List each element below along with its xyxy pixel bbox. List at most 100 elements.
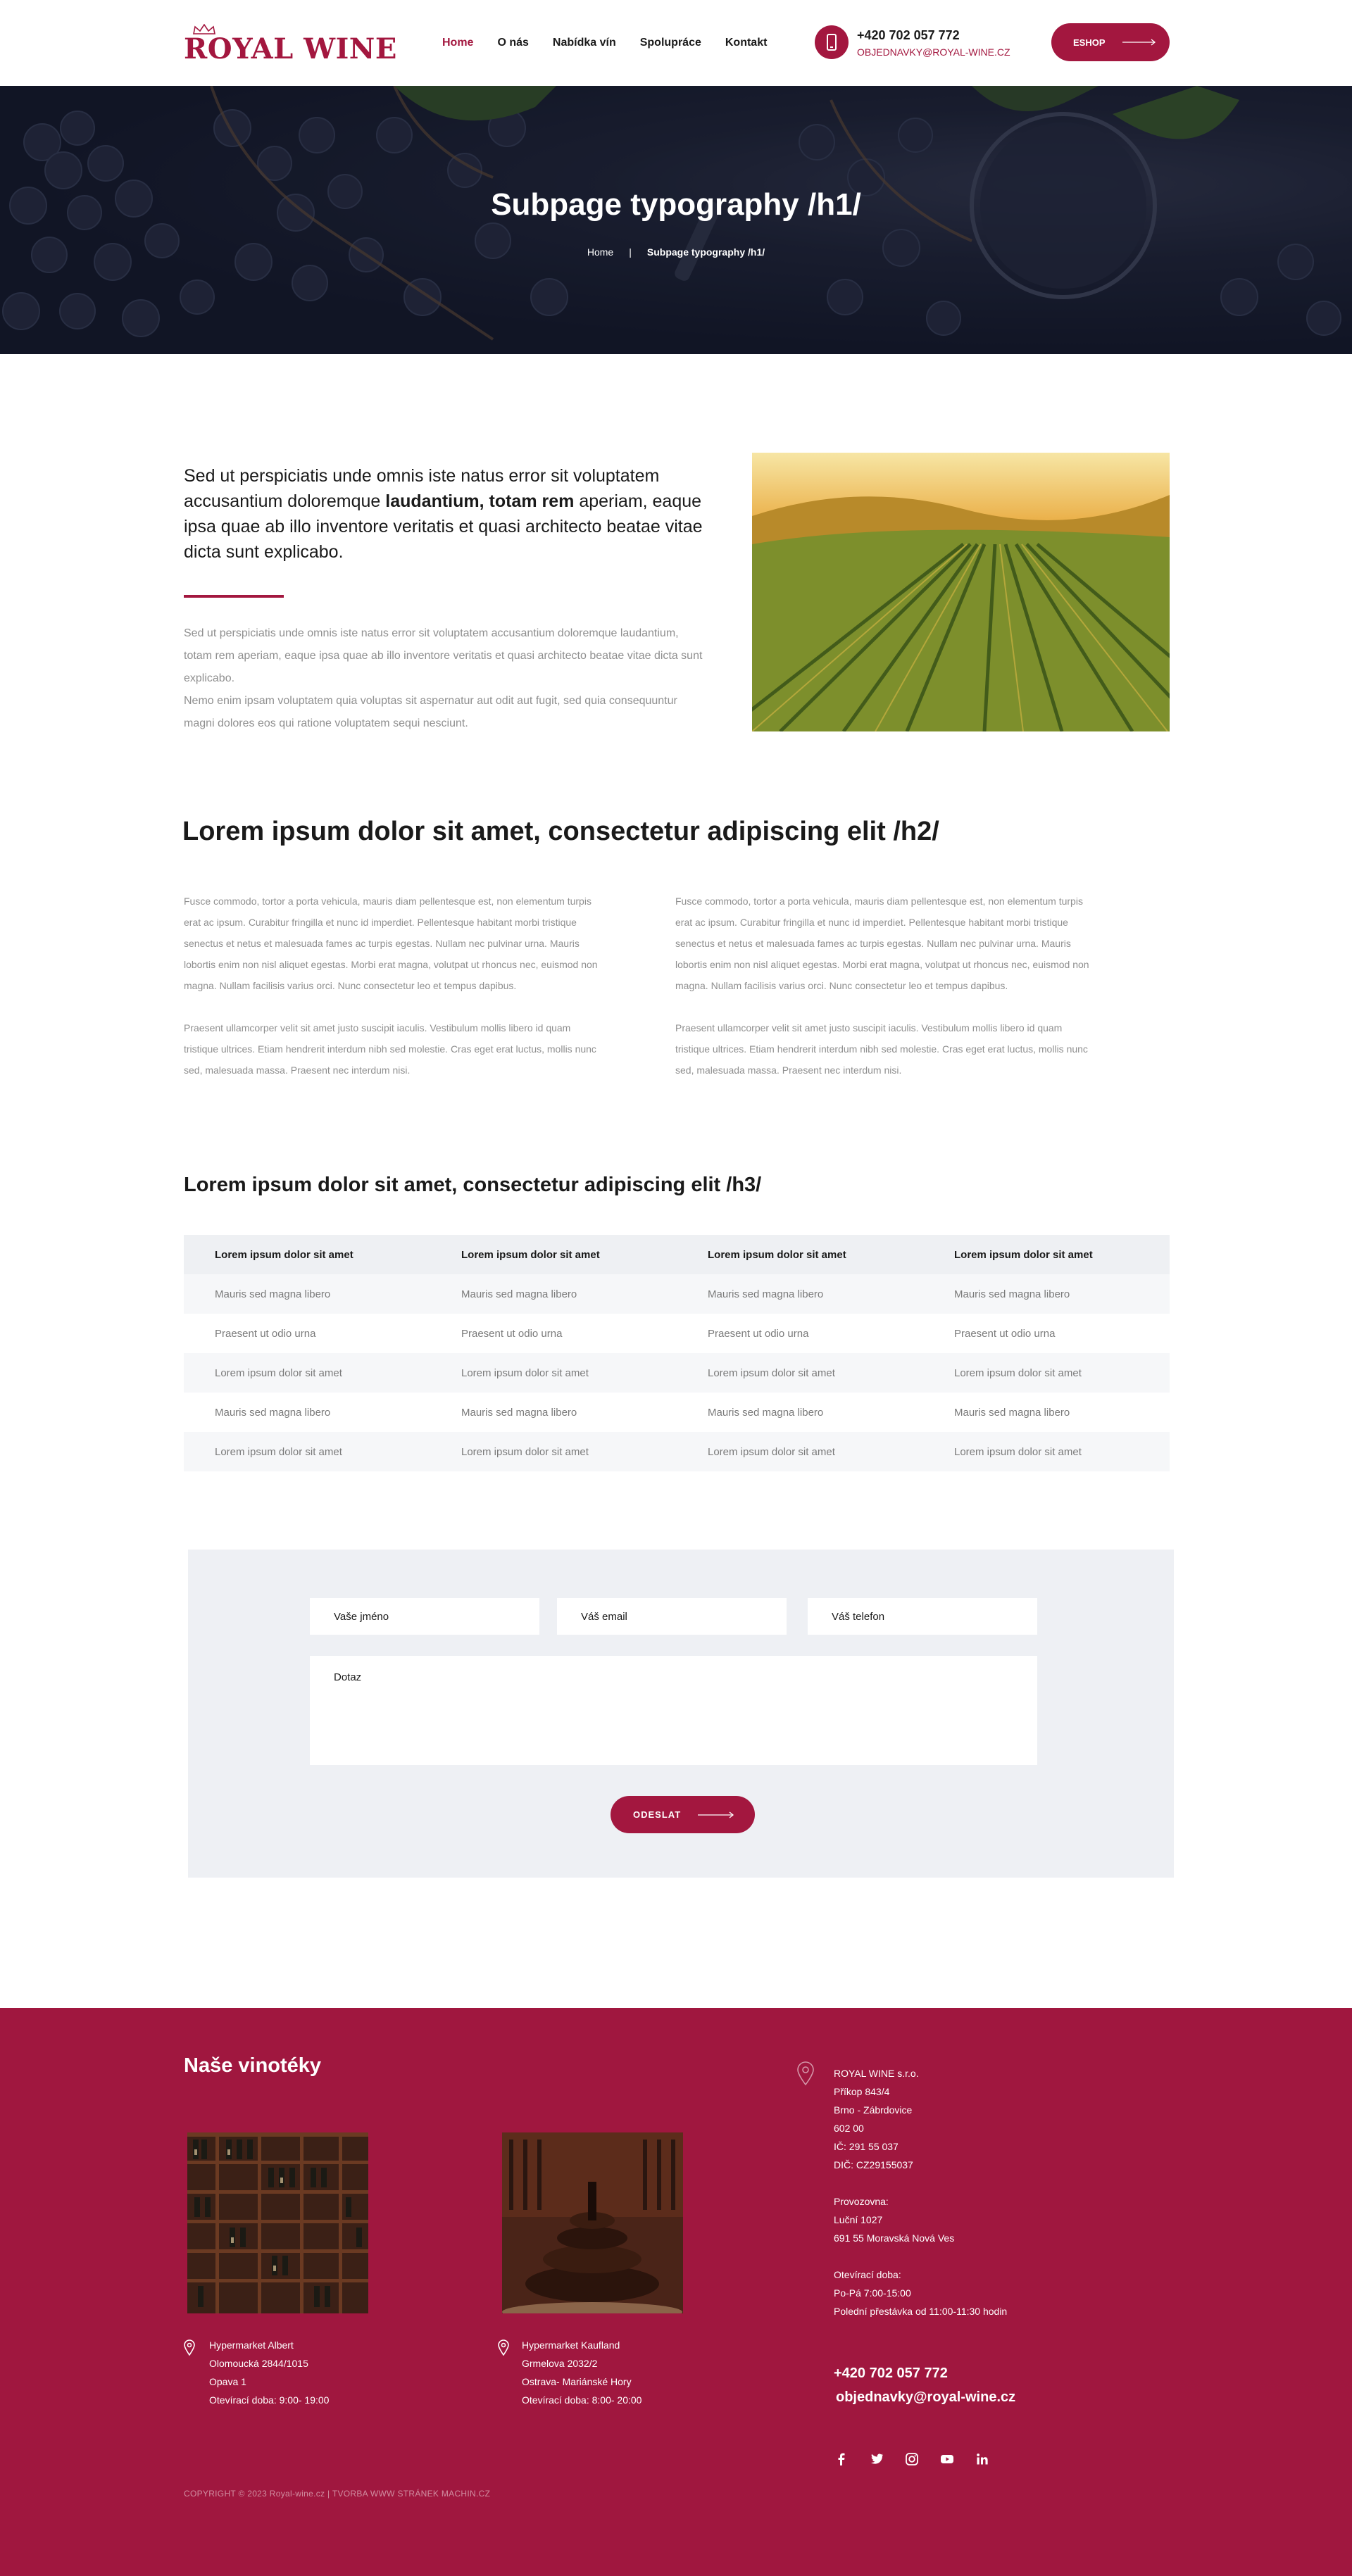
phone-badge bbox=[815, 25, 849, 59]
footer-phone[interactable]: +420 702 057 772 bbox=[834, 2365, 948, 2382]
breadcrumb-current: Subpage typography /h1/ bbox=[646, 246, 765, 258]
table-cell: Lorem ipsum dolor sit amet bbox=[184, 1432, 430, 1471]
column-paragraph-2: Praesent ullamcorper velit sit amet just… bbox=[675, 1022, 1088, 1076]
breadcrumb: Home | Subpage typography /h1/ bbox=[0, 246, 1352, 258]
table-cell: Mauris sed magna libero bbox=[461, 1406, 577, 1419]
table-cell: Mauris sed magna libero bbox=[215, 1406, 331, 1419]
table-cell: Mauris sed magna libero bbox=[430, 1274, 677, 1314]
linkedin-icon[interactable] bbox=[975, 2451, 990, 2467]
submit-label: ODESLAT bbox=[633, 1809, 682, 1820]
table-row: Lorem ipsum dolor sit amet Lorem ipsum d… bbox=[184, 1432, 1170, 1471]
lead-text-bold: laudantium, totam rem bbox=[385, 491, 575, 511]
branch-city: 691 55 Moravská Nová Ves bbox=[834, 2232, 955, 2244]
column-paragraph-1: Fusce commodo, tortor a porta vehicula, … bbox=[675, 896, 1089, 991]
eshop-button[interactable]: ESHOP bbox=[1051, 23, 1170, 61]
intro-paragraph: Sed ut perspiciatis unde omnis iste natu… bbox=[184, 622, 705, 735]
table-cell: Mauris sed magna libero bbox=[708, 1406, 824, 1419]
hours-weekdays: Po-Pá 7:00-15:00 bbox=[834, 2287, 911, 2299]
table-cell: Lorem ipsum dolor sit amet bbox=[430, 1353, 677, 1393]
submit-button[interactable]: ODESLAT bbox=[611, 1796, 755, 1833]
shop-2-street: Grmelova 2032/2 bbox=[522, 2358, 598, 2369]
table-cell: Praesent ut odio urna bbox=[708, 1327, 809, 1340]
shop-1-info: Hypermarket Albert Olomoucká 2844/1015 O… bbox=[209, 2336, 329, 2409]
shop-1-name: Hypermarket Albert bbox=[209, 2339, 294, 2351]
nav-about[interactable]: O nás bbox=[497, 37, 528, 49]
shop-2-name: Hypermarket Kaufland bbox=[522, 2339, 620, 2351]
shop-1-hours: Otevírací doba: 9:00- 19:00 bbox=[209, 2394, 330, 2406]
table-header-cell: Lorem ipsum dolor sit amet bbox=[184, 1235, 430, 1274]
map-pin-icon bbox=[184, 2339, 195, 2356]
table-row: Mauris sed magna libero Mauris sed magna… bbox=[184, 1393, 1170, 1432]
arrow-right-icon bbox=[1122, 39, 1156, 46]
header-email[interactable]: OBJEDNAVKY@ROYAL-WINE.CZ bbox=[857, 46, 1010, 58]
company-info: ROYAL WINE s.r.o. Příkop 843/4 Brno - Zá… bbox=[834, 2064, 1007, 2320]
company-zip: 602 00 bbox=[834, 2123, 864, 2134]
shop-2-hours: Otevírací doba: 8:00- 20:00 bbox=[522, 2394, 642, 2406]
lead-paragraph: Sed ut perspiciatis unde omnis iste natu… bbox=[184, 463, 708, 565]
vineyard-image bbox=[752, 453, 1170, 731]
table-row: Mauris sed magna libero Mauris sed magna… bbox=[184, 1274, 1170, 1314]
site-header: ROYAL WINE Home O nás Nabídka vín Spolup… bbox=[0, 0, 1352, 86]
mobile-phone-icon bbox=[827, 34, 837, 51]
intro-paragraph-1: Sed ut perspiciatis unde omnis iste natu… bbox=[184, 627, 703, 684]
nav-wines[interactable]: Nabídka vín bbox=[553, 37, 616, 49]
company-ic: IČ: 291 55 037 bbox=[834, 2141, 899, 2152]
nav-contact[interactable]: Kontakt bbox=[725, 37, 768, 49]
instagram-icon[interactable] bbox=[904, 2451, 920, 2467]
table-header-cell: Lorem ipsum dolor sit amet bbox=[923, 1235, 1170, 1274]
table-cell: Lorem ipsum dolor sit amet bbox=[677, 1432, 923, 1471]
map-pin-icon bbox=[797, 2061, 814, 2085]
table-cell: Lorem ipsum dolor sit amet bbox=[430, 1432, 677, 1471]
hours-label: Otevírací doba: bbox=[834, 2269, 901, 2280]
text-column-left: Fusce commodo, tortor a porta vehicula, … bbox=[184, 891, 606, 1081]
map-pin-icon bbox=[498, 2339, 509, 2356]
arrow-right-icon bbox=[698, 1811, 734, 1818]
table-cell: Praesent ut odio urna bbox=[954, 1327, 1056, 1340]
phone-field[interactable] bbox=[808, 1598, 1037, 1635]
twitter-icon[interactable] bbox=[869, 2451, 884, 2467]
eshop-label: ESHOP bbox=[1073, 37, 1106, 48]
hours-lunch: Polední přestávka od 11:00-11:30 hodin bbox=[834, 2306, 1008, 2317]
table-cell: Mauris sed magna libero bbox=[923, 1274, 1170, 1314]
table-header-row: Lorem ipsum dolor sit amet Lorem ipsum d… bbox=[184, 1235, 1170, 1274]
logo-text: ROYAL WINE bbox=[184, 32, 397, 65]
intro-paragraph-2: Nemo enim ipsam voluptatem quia voluptas… bbox=[184, 695, 677, 729]
page-title: Subpage typography /h1/ bbox=[491, 187, 861, 222]
branch-street: Luční 1027 bbox=[834, 2214, 883, 2225]
facebook-icon[interactable] bbox=[834, 2451, 849, 2467]
table-cell: Lorem ipsum dolor sit amet bbox=[184, 1353, 430, 1393]
main-nav: Home O nás Nabídka vín Spolupráce Kontak… bbox=[442, 37, 767, 49]
logo[interactable]: ROYAL WINE bbox=[184, 23, 396, 65]
nav-cooperation[interactable]: Spolupráce bbox=[640, 37, 701, 49]
column-paragraph-1: Fusce commodo, tortor a porta vehicula, … bbox=[184, 896, 598, 991]
name-field[interactable] bbox=[310, 1598, 539, 1635]
branch-label: Provozovna: bbox=[834, 2196, 889, 2207]
accent-divider bbox=[184, 595, 284, 598]
shop-1-city: Opava 1 bbox=[209, 2376, 246, 2387]
copyright[interactable]: COPYRIGHT © 2023 Royal-wine.cz | TVORBA … bbox=[184, 2489, 490, 2499]
breadcrumb-separator: | bbox=[629, 246, 632, 258]
youtube-icon[interactable] bbox=[939, 2451, 955, 2467]
shop-2-city: Ostrava- Mariánské Hory bbox=[522, 2376, 632, 2387]
section-heading-h3: Lorem ipsum dolor sit amet, consectetur … bbox=[184, 1174, 762, 1196]
hero-banner: Subpage typography /h1/ Home | Subpage typ… bbox=[0, 86, 1352, 354]
company-street: Příkop 843/4 bbox=[834, 2086, 890, 2097]
social-links bbox=[834, 2451, 990, 2467]
site-footer: Naše vinotéky Hypermarket Albert Olomouc… bbox=[0, 2008, 1352, 2576]
breadcrumb-home[interactable]: Home bbox=[587, 246, 613, 258]
footer-email[interactable]: objednavky@royal-wine.cz bbox=[836, 2389, 1015, 2406]
nav-home[interactable]: Home bbox=[442, 37, 473, 49]
table-header-cell: Lorem ipsum dolor sit amet bbox=[677, 1235, 923, 1274]
footer-title: Naše vinotéky bbox=[184, 2054, 322, 2077]
table-cell: Lorem ipsum dolor sit amet bbox=[923, 1432, 1170, 1471]
question-field[interactable] bbox=[310, 1656, 1037, 1765]
table-cell: Mauris sed magna libero bbox=[184, 1274, 430, 1314]
company-name: ROYAL WINE s.r.o. bbox=[834, 2068, 919, 2079]
table-cell: Mauris sed magna libero bbox=[677, 1274, 923, 1314]
header-phone[interactable]: +420 702 057 772 bbox=[857, 28, 960, 43]
email-field[interactable] bbox=[557, 1598, 787, 1635]
text-column-right: Fusce commodo, tortor a porta vehicula, … bbox=[675, 891, 1098, 1081]
wine-shop-photo-1 bbox=[187, 2132, 368, 2313]
